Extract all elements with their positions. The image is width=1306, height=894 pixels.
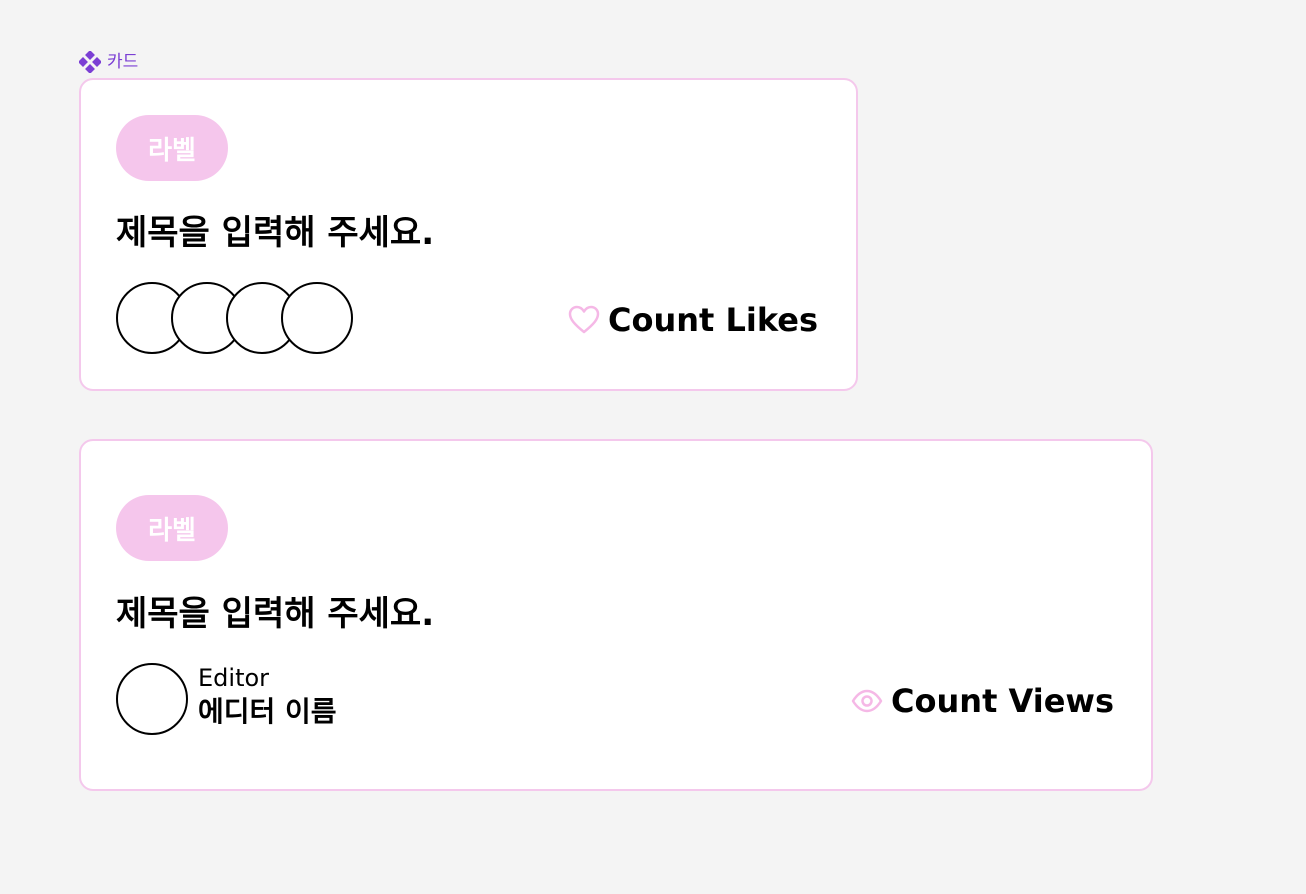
editor-name: 에디터 이름	[198, 695, 337, 728]
component-tag: 카드	[79, 50, 138, 74]
views-count-text: Count Views	[891, 682, 1114, 720]
avatar	[281, 282, 353, 354]
likes-count-text: Count Likes	[608, 301, 818, 339]
card-title: 제목을 입력해 주세요.	[116, 213, 435, 253]
component-diamond-icon	[79, 51, 101, 73]
card-likes[interactable]: 라벨 제목을 입력해 주세요. Count Likes	[79, 78, 858, 391]
heart-icon	[568, 305, 600, 334]
views-count[interactable]: Count Views	[851, 679, 1114, 723]
editor-avatar	[116, 663, 188, 735]
likes-count[interactable]: Count Likes	[568, 298, 818, 342]
editor-info: Editor 에디터 이름	[198, 663, 337, 729]
component-name: 카드	[107, 52, 139, 72]
eye-icon	[851, 689, 883, 713]
card-title: 제목을 입력해 주세요.	[116, 594, 435, 634]
label-badge: 라벨	[116, 495, 228, 561]
editor-role: Editor	[198, 664, 270, 692]
card-views[interactable]: 라벨 제목을 입력해 주세요. Editor 에디터 이름 Count View…	[79, 439, 1153, 791]
label-badge: 라벨	[116, 115, 228, 181]
